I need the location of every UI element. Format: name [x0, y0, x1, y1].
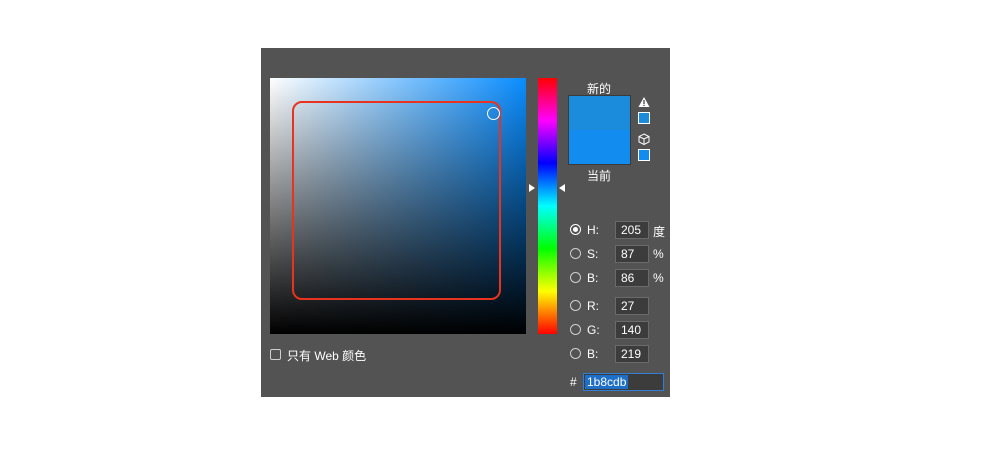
- blue-label: B:: [587, 347, 599, 361]
- brightness-radio[interactable]: [570, 272, 581, 283]
- green-input[interactable]: 140: [615, 321, 649, 339]
- saturation-unit: %: [653, 247, 664, 261]
- hue-label: H:: [587, 223, 599, 237]
- current-color-label: 当前: [587, 169, 612, 183]
- blue-input[interactable]: 219: [615, 345, 649, 363]
- cube-icon[interactable]: [638, 133, 650, 145]
- hex-input[interactable]: 1b8cdb: [583, 373, 664, 391]
- highlight-box: [292, 101, 501, 300]
- web-colors-only-checkbox[interactable]: [270, 349, 281, 360]
- web-safe-color-square[interactable]: [638, 149, 650, 161]
- hue-slider-left-handle[interactable]: [529, 184, 535, 192]
- hue-slider-right-handle[interactable]: [559, 184, 565, 192]
- green-radio[interactable]: [570, 324, 581, 335]
- new-color-swatch: [569, 96, 630, 130]
- saturation-input[interactable]: 87: [615, 245, 649, 263]
- web-colors-only-label: 只有 Web 颜色: [287, 349, 367, 363]
- color-picker-panel: 新的 当前 H: 205 度 S: 87 % B: 86 % R: 27 G: …: [261, 48, 670, 397]
- saturation-radio[interactable]: [570, 248, 581, 259]
- brightness-input[interactable]: 86: [615, 269, 649, 287]
- brightness-unit: %: [653, 271, 664, 285]
- blue-radio[interactable]: [570, 348, 581, 359]
- hue-slider[interactable]: [538, 78, 557, 334]
- warning-icon[interactable]: [638, 96, 650, 108]
- red-radio[interactable]: [570, 300, 581, 311]
- hue-input[interactable]: 205: [615, 221, 649, 239]
- brightness-label: B:: [587, 271, 599, 285]
- hue-unit: 度: [653, 225, 666, 239]
- hex-value-selection: 1b8cdb: [585, 375, 629, 389]
- current-color-swatch[interactable]: [569, 130, 630, 164]
- hue-radio[interactable]: [570, 224, 581, 235]
- green-label: G:: [587, 323, 600, 337]
- hex-label: #: [570, 375, 577, 389]
- red-label: R:: [587, 299, 599, 313]
- gamut-color-square[interactable]: [638, 112, 650, 124]
- color-picker-marker[interactable]: [487, 107, 500, 120]
- red-input[interactable]: 27: [615, 297, 649, 315]
- saturation-label: S:: [587, 247, 599, 261]
- color-swatch: [568, 95, 631, 165]
